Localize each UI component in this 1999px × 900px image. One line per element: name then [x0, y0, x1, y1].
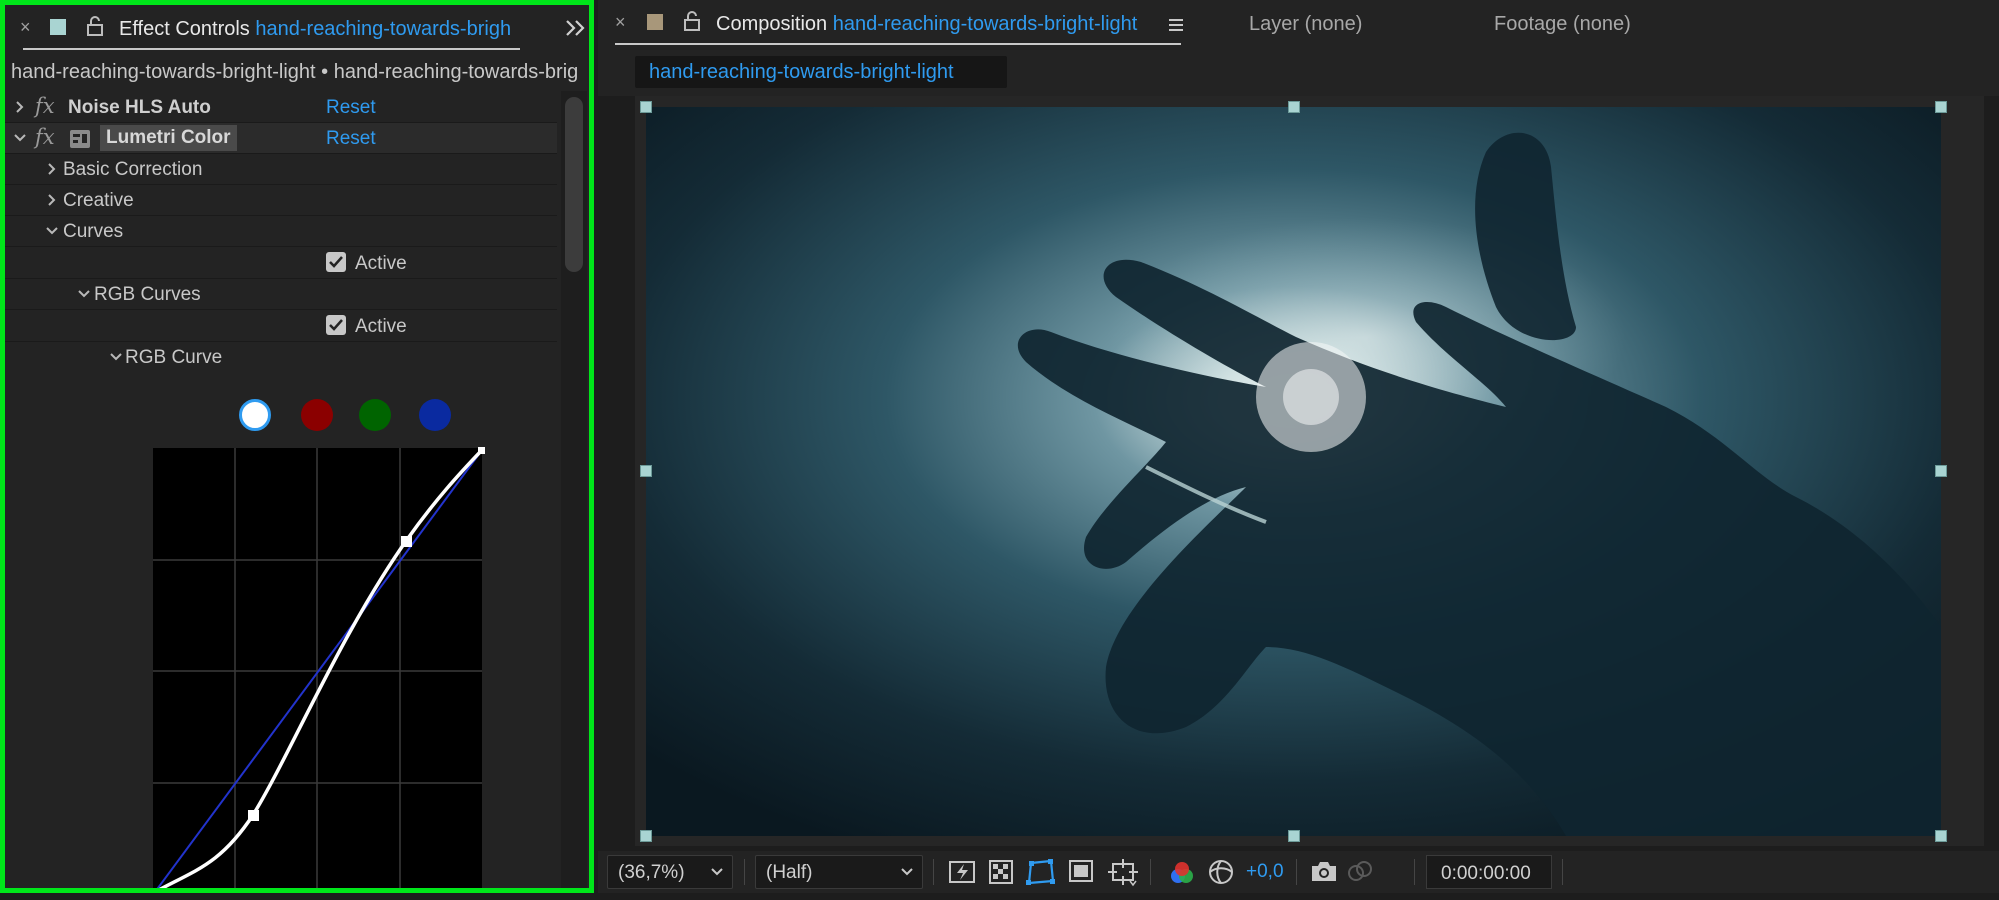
tab-prefix: Effect Controls: [119, 18, 250, 40]
section-rgb-curve[interactable]: RGB Curve: [5, 342, 557, 373]
reset-button[interactable]: Reset: [326, 97, 376, 119]
tab-prefix: Composition: [716, 13, 828, 35]
composition-nav-label: hand-reaching-towards-bright-light: [649, 61, 954, 83]
effect-row-lumetri[interactable]: fx Lumetri Color Reset: [5, 123, 557, 154]
exposure-value[interactable]: +0,0: [1246, 861, 1284, 883]
resolution-dropdown[interactable]: (Half): [755, 855, 923, 889]
active-label: Active: [355, 253, 407, 274]
resolution-value: (Half): [766, 862, 813, 883]
curve-channel-green[interactable]: [359, 399, 391, 431]
breadcrumb: hand-reaching-towards-bright-light • han…: [11, 61, 579, 83]
effect-row-noise-hls[interactable]: fx Noise HLS Auto Reset: [5, 92, 557, 123]
effect-controls-tab[interactable]: Effect Controls hand-reaching-towards-br…: [119, 18, 511, 41]
timecode-value: 0:00:00:00: [1441, 863, 1531, 884]
rgb-curve-editor[interactable]: [150, 445, 490, 893]
lumetri-scopes-icon[interactable]: [69, 129, 91, 149]
color-management-icon[interactable]: [1208, 859, 1234, 885]
chevron-down-icon: [901, 868, 913, 876]
footage-tab[interactable]: Footage (none): [1494, 13, 1631, 36]
effect-name-selected[interactable]: Lumetri Color: [100, 125, 237, 151]
curve-control-point[interactable]: [248, 810, 259, 821]
chevron-right-icon[interactable]: [43, 191, 61, 209]
curve-channel-blue[interactable]: [419, 399, 451, 431]
section-label: Basic Correction: [63, 159, 203, 180]
active-label: Active: [355, 316, 407, 337]
current-time-display[interactable]: 0:00:00:00: [1426, 855, 1552, 889]
lock-icon[interactable]: [684, 11, 700, 31]
composition-tab[interactable]: Composition hand-reaching-towards-bright…: [716, 13, 1137, 36]
region-of-interest-icon[interactable]: [1068, 859, 1094, 883]
effect-name: Noise HLS Auto: [68, 97, 211, 118]
grid-guides-icon[interactable]: [1108, 859, 1138, 887]
section-curves[interactable]: Curves: [5, 216, 557, 247]
chevron-down-icon[interactable]: [107, 348, 125, 366]
snapshot-camera-icon[interactable]: [1310, 859, 1338, 883]
hamburger-menu-icon[interactable]: [1168, 18, 1184, 32]
transform-handle[interactable]: [640, 830, 652, 842]
transform-handle[interactable]: [1935, 830, 1947, 842]
active-tab-underline: [23, 48, 520, 50]
show-channel-icon[interactable]: [1168, 859, 1196, 887]
transform-handle[interactable]: [1288, 830, 1300, 842]
transform-handle[interactable]: [1935, 465, 1947, 477]
lock-icon[interactable]: [87, 16, 103, 36]
composition-tab-bar: × Composition hand-reaching-towards-brig…: [598, 0, 1999, 46]
curve-channel-white[interactable]: [239, 399, 271, 431]
footage-image: [646, 107, 1941, 836]
fast-previews-icon[interactable]: [948, 859, 976, 885]
active-tab-underline: [615, 43, 1181, 45]
section-label: Curves: [63, 221, 124, 242]
mask-path-visibility-icon[interactable]: [1026, 859, 1056, 885]
transform-handle[interactable]: [1288, 101, 1300, 113]
section-label: Creative: [63, 190, 134, 211]
section-label: RGB Curve: [125, 347, 223, 368]
effect-controls-panel: × Effect Controls hand-reaching-towards-…: [0, 0, 594, 893]
close-tab-icon[interactable]: ×: [20, 17, 31, 38]
rgb-curves-active-checkbox[interactable]: [326, 315, 346, 335]
layer-tab[interactable]: Layer (none): [1249, 13, 1362, 36]
checkmark-icon: [329, 319, 343, 331]
curve-control-point[interactable]: [401, 536, 412, 547]
composition-area: × Composition hand-reaching-towards-brig…: [598, 0, 1999, 900]
transform-handle[interactable]: [640, 465, 652, 477]
curves-active-row: Active: [5, 247, 557, 279]
panel-scrollbar-thumb[interactable]: [565, 97, 583, 272]
panel-overflow-icon[interactable]: [565, 19, 587, 37]
fx-toggle-icon[interactable]: fx: [35, 125, 55, 149]
composition-nav-pill[interactable]: hand-reaching-towards-bright-light: [635, 56, 1007, 88]
chevron-down-icon[interactable]: [75, 285, 93, 303]
chevron-down-icon: [711, 868, 723, 876]
curves-active-checkbox[interactable]: [326, 252, 346, 272]
tab-target-comp: hand-reaching-towards-bright-light: [832, 13, 1138, 35]
chevron-down-icon[interactable]: [43, 222, 61, 240]
close-tab-icon[interactable]: ×: [615, 12, 626, 33]
effect-controls-tab-bar: × Effect Controls hand-reaching-towards-…: [5, 5, 589, 51]
viewer-toolbar: (36,7%) (Half) +0,0 0:00:00:00: [598, 851, 1999, 893]
composition-subbar: hand-reaching-towards-bright-light: [598, 46, 1999, 96]
curve-channel-red[interactable]: [301, 399, 333, 431]
section-creative[interactable]: Creative: [5, 185, 557, 216]
section-rgb-curves[interactable]: RGB Curves: [5, 279, 557, 310]
fx-toggle-icon[interactable]: fx: [35, 94, 55, 118]
rgb-curves-active-row: Active: [5, 310, 557, 342]
section-basic-correction[interactable]: Basic Correction: [5, 154, 557, 185]
checkmark-icon: [329, 256, 343, 268]
magnification-dropdown[interactable]: (36,7%): [607, 855, 733, 889]
chevron-right-icon[interactable]: [43, 160, 61, 178]
transform-handle[interactable]: [1935, 101, 1947, 113]
section-label: RGB Curves: [94, 284, 201, 305]
label-color-swatch[interactable]: [50, 19, 66, 35]
reset-button[interactable]: Reset: [326, 128, 376, 150]
tab-target-layer: hand-reaching-towards-brigh: [255, 18, 512, 40]
label-color-swatch[interactable]: [647, 14, 663, 30]
curve-endpoint[interactable]: [478, 447, 485, 454]
chevron-right-icon[interactable]: [11, 98, 29, 116]
transform-handle[interactable]: [640, 101, 652, 113]
magnification-value: (36,7%): [618, 862, 685, 883]
chevron-down-icon[interactable]: [11, 129, 29, 147]
transparency-grid-icon[interactable]: [988, 859, 1014, 885]
show-snapshot-icon[interactable]: [1346, 859, 1374, 883]
